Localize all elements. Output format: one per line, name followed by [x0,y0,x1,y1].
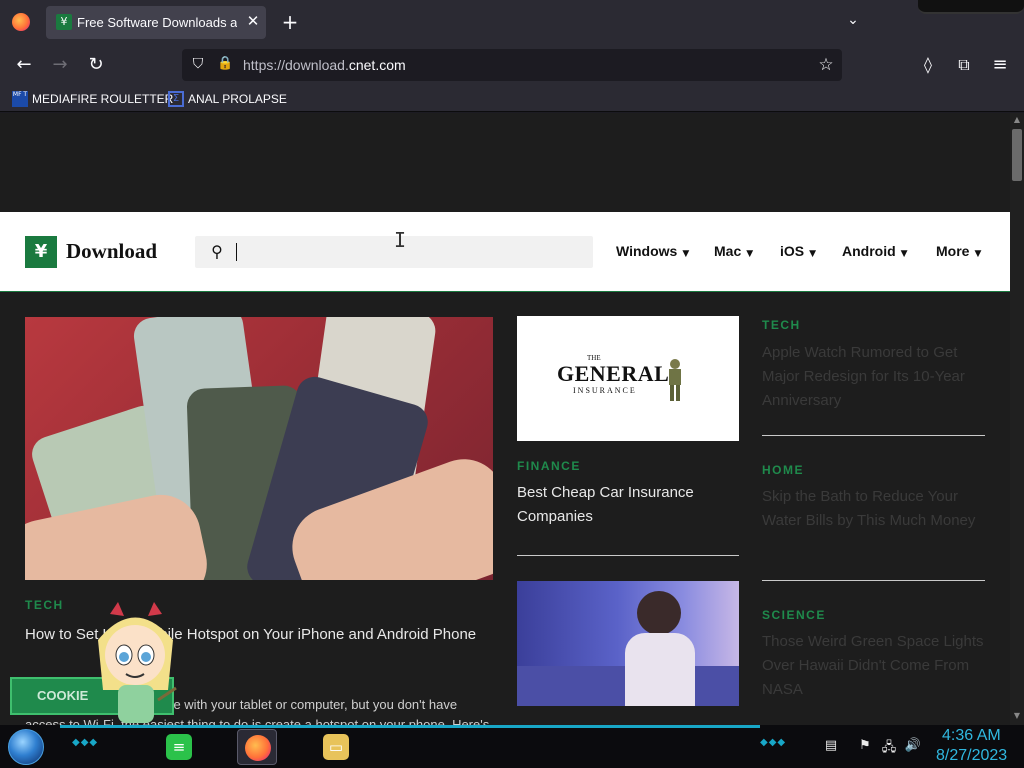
caret-down-icon: ▼ [809,249,817,259]
clock-date[interactable]: 8/27/2023 [936,747,1007,765]
cartoon-character-overlay [98,602,177,723]
forward-button[interactable]: → [48,53,72,77]
text-caret [236,243,237,261]
notes-app-icon: ≡ [166,734,192,760]
scroll-up-icon[interactable]: ▲ [1010,115,1024,127]
start-button[interactable] [8,729,44,765]
flag-icon[interactable]: ⚑ [856,738,874,754]
general-mascot-icon [669,359,681,401]
side-category-science[interactable]: SCIENCE [762,608,826,622]
mouse-ibeam-cursor: I [394,228,406,252]
bookmark-anal-prolapse[interactable]: Σ ANAL PROLAPSE [168,90,287,108]
nav-more[interactable]: More ▼ [936,243,981,259]
general-insurance-ad-image[interactable]: THE GENERAL INSURANCE [517,316,739,441]
taskbar-explorer-app[interactable]: ▭ [316,729,356,765]
bookmarks-toolbar: MF T MEDIAFIRE ROULETTER Σ ANAL PROLAPSE [0,86,1024,112]
nav-android[interactable]: Android ▼ [842,243,908,259]
clock-time[interactable]: 4:36 AM [942,727,1001,745]
taskbar-decoration: ◆◆◆ [72,737,99,748]
person-body-shape [625,633,695,706]
hero-article-image[interactable] [25,317,493,580]
nav-mac[interactable]: Mac ▼ [714,243,753,259]
window-frame-decoration [918,0,1024,14]
url-text[interactable]: https://download.cnet.com [243,57,406,73]
taskbar-firefox-app[interactable] [237,729,277,765]
url-host: cnet.com [348,57,406,73]
sigma-icon: Σ [168,91,184,107]
caret-down-icon: ▼ [682,249,690,259]
lock-icon[interactable]: 🔒 [217,56,233,74]
taskbar-accent-strip [60,725,760,728]
caret-down-icon: ▼ [746,249,754,259]
chevron-down-icon[interactable]: ⌄ [843,12,863,32]
menu-icon[interactable]: ≡ [988,53,1012,77]
tab-strip: ¥ Free Software Downloads and Reviews fo… [0,0,1024,44]
side-headline-lights[interactable]: Those Weird Green Space Lights Over Hawa… [762,630,987,702]
caret-down-icon: ▼ [974,249,982,259]
divider [517,555,739,556]
nav-label: Windows [616,243,678,259]
folder-icon: ▭ [323,734,349,760]
firefox-taskbar-icon [245,735,271,761]
screen: ¥ Free Software Downloads and Reviews fo… [0,0,1024,768]
bookmark-label: ANAL PROLAPSE [188,92,287,106]
show-hidden-icons[interactable]: ▤ [822,738,840,754]
finance-category[interactable]: FINANCE [517,459,581,473]
side-category-home[interactable]: HOME [762,463,804,477]
divider [762,580,985,581]
back-button[interactable]: ← [12,53,36,77]
navigation-toolbar: ← → ↻ ⛉ 🔒 https://download.cnet.com ☆ ◊ … [0,44,1024,86]
scroll-down-icon[interactable]: ▼ [1010,711,1024,723]
tab-active[interactable]: ¥ Free Software Downloads and Reviews fo… [46,6,266,39]
bookmark-star-icon[interactable]: ☆ [816,55,836,75]
shield-icon[interactable]: ⛉ [190,56,206,74]
site-header: ¥ Download ⚲ I Windows ▼ Mac ▼ iOS ▼ Androi… [0,212,1010,292]
caret-down-icon: ▼ [900,249,908,259]
download-favicon-icon: ¥ [56,14,72,30]
download-logo-icon[interactable]: ¥ [25,236,57,268]
url-prefix: https://download. [243,57,349,73]
bookmark-mediafire[interactable]: MF T MEDIAFIRE ROULETTER [12,90,173,108]
site-logo-text[interactable]: Download [66,239,157,264]
pocket-icon[interactable]: ◊ [916,53,940,77]
firefox-icon[interactable] [12,13,30,31]
bookmark-label: MEDIAFIRE ROULETTER [32,92,174,106]
nav-label: iOS [780,243,805,259]
divider [762,435,985,436]
nav-label: More [936,243,970,259]
mediafire-icon: MF T [12,91,28,107]
finance-headline[interactable]: Best Cheap Car Insurance Companies [517,481,739,529]
page-scrollbar[interactable]: ▲ ▼ [1010,113,1024,725]
ad-brand: GENERAL [557,361,670,386]
taskbar-notes-app[interactable]: ≡ [159,729,199,765]
reload-button[interactable]: ↻ [84,53,108,77]
scrollbar-thumb[interactable] [1012,129,1022,181]
side-headline-apple[interactable]: Apple Watch Rumored to Get Major Redesig… [762,341,987,413]
nav-ios[interactable]: iOS ▼ [780,243,816,259]
ad-subtitle: INSURANCE [573,386,637,395]
nav-label: Android [842,243,896,259]
search-icon[interactable]: ⚲ [207,242,227,262]
tab-title: Free Software Downloads and Reviews for … [77,15,237,30]
hero-category[interactable]: TECH [25,598,64,612]
taskbar: ◆◆◆ ≡ ▭ ◆◆◆ ▤ ⚑ 🖧 🔊 4:36 AM 8/27/2023 [0,725,1024,768]
side-headline-water[interactable]: Skip the Bath to Reduce Your Water Bills… [762,485,987,533]
volume-icon[interactable]: 🔊 [904,738,922,754]
close-icon[interactable]: ✕ [244,12,262,32]
science-article-image[interactable] [517,581,739,706]
new-tab-button[interactable]: + [279,10,301,34]
taskbar-decoration: ◆◆◆ [760,737,787,748]
side-category-tech[interactable]: TECH [762,318,801,332]
nav-label: Mac [714,243,742,259]
extensions-icon[interactable]: ⧉ [952,53,976,77]
url-bar[interactable]: ⛉ 🔒 https://download.cnet.com ☆ [182,49,842,81]
nav-windows[interactable]: Windows ▼ [616,243,689,259]
web-page: ¥ Download ⚲ I Windows ▼ Mac ▼ iOS ▼ Androi… [0,113,1010,725]
person-head-shape [637,591,681,635]
network-icon[interactable]: 🖧 [880,738,898,755]
